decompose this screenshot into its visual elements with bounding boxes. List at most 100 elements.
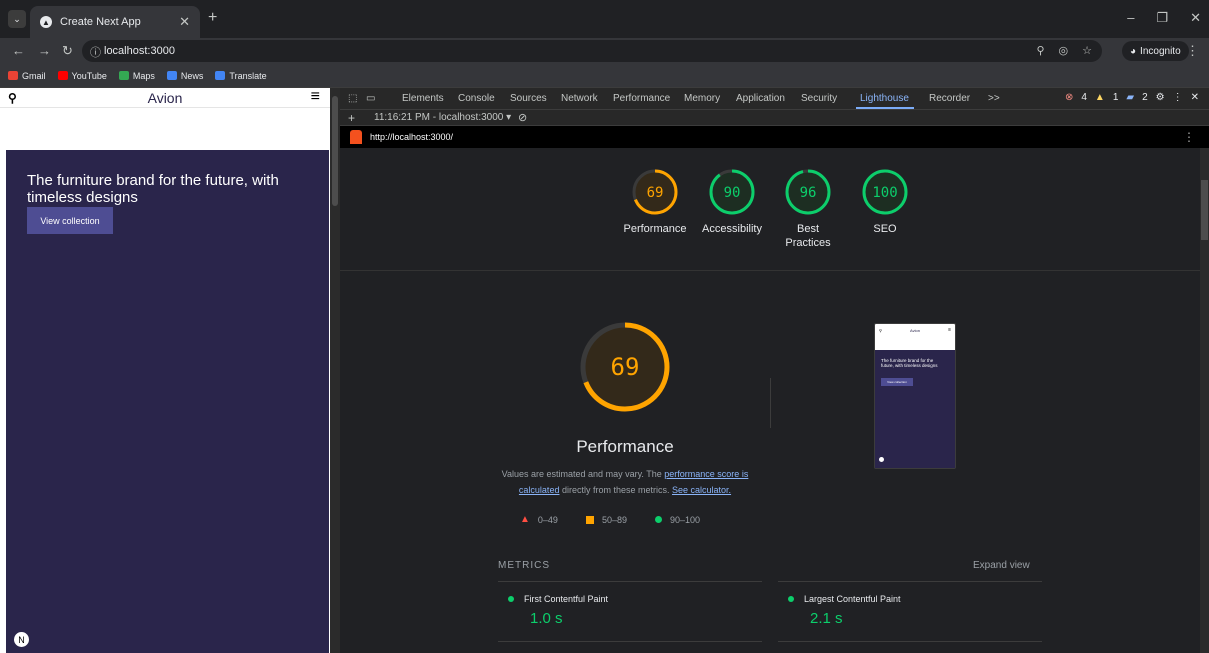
score-label: SEO xyxy=(873,223,897,235)
report-selector[interactable]: 11:16:21 PM - localhost:3000 ▾ xyxy=(374,112,511,123)
performance-title: Performance xyxy=(576,437,674,456)
tab-application[interactable]: Application xyxy=(736,93,785,104)
metric-value: 1.0 s xyxy=(530,610,563,627)
url-text[interactable]: localhost:3000 xyxy=(104,45,175,57)
youtube-icon xyxy=(57,71,68,80)
tracking-off-icon[interactable]: ◎ xyxy=(1059,44,1069,57)
next-dev-indicator-icon[interactable]: N xyxy=(14,632,29,647)
window-controls: – ❐ ✕ xyxy=(1127,10,1201,26)
site-brand[interactable]: Avion xyxy=(0,90,330,106)
report-url[interactable]: http://localhost:3000/ xyxy=(370,132,453,142)
section-divider xyxy=(340,270,1200,271)
score-legend: ▲ 0–49 50–89 90–100 xyxy=(520,514,701,525)
site-info-icon[interactable]: ⓘ xyxy=(90,44,101,60)
hamburger-menu-icon[interactable]: ≡ xyxy=(311,88,320,106)
bookmark-news[interactable]: News xyxy=(166,71,203,81)
news-icon xyxy=(166,71,177,80)
bookmarks-bar: Gmail YouTube Maps News Translate xyxy=(0,64,1209,88)
tab-console[interactable]: Console xyxy=(458,93,495,104)
view-collection-button[interactable]: View collection xyxy=(27,207,113,234)
page-scroll-thumb[interactable] xyxy=(332,96,338,206)
close-devtools-icon[interactable]: ✕ xyxy=(1191,92,1199,103)
bookmark-gmail[interactable]: Gmail xyxy=(8,71,46,81)
zoom-icon[interactable]: ⚲ xyxy=(1036,44,1044,57)
devtools-scrollbar[interactable] xyxy=(1200,148,1209,653)
metric-divider xyxy=(498,641,762,642)
tab-elements[interactable]: Elements xyxy=(402,93,444,104)
thumb-hero: The furniture brand for the future, with… xyxy=(875,350,955,468)
close-window-icon[interactable]: ✕ xyxy=(1190,10,1201,26)
site-header: Avion ⚲ ≡ xyxy=(0,88,330,108)
error-icon[interactable]: ⊗ xyxy=(1065,92,1073,103)
score-gauge-seo[interactable]: 100 SEO xyxy=(845,168,925,236)
incognito-badge[interactable]: ◕ Incognito xyxy=(1122,41,1189,61)
hero-section: The furniture brand for the future, with… xyxy=(6,150,329,653)
tab-sources[interactable]: Sources xyxy=(510,93,547,104)
device-toolbar-icon[interactable]: ▭ xyxy=(366,93,375,104)
pass-dot-icon xyxy=(788,596,794,602)
page-scrollbar[interactable] xyxy=(330,88,340,653)
back-icon[interactable]: ← xyxy=(12,43,25,58)
inspect-element-icon[interactable]: ⬚ xyxy=(348,93,357,104)
thumb-menu-icon: ≡ xyxy=(948,327,951,333)
see-calculator-link[interactable]: See calculator. xyxy=(672,485,731,495)
score-label: Best Practices xyxy=(785,223,831,249)
devtools-scroll-thumb[interactable] xyxy=(1201,180,1208,240)
metric-divider xyxy=(778,641,1042,642)
tab-network[interactable]: Network xyxy=(561,93,598,104)
browser-tab[interactable]: ▲ Create Next App ✕ xyxy=(30,6,200,38)
search-icon[interactable]: ⚲ xyxy=(8,91,17,105)
score-gauge-performance[interactable]: 69 Performance xyxy=(615,168,695,236)
devtools-status: ⊗ 4 ▲ 1 ▰ 2 ⚙ ⋮ ✕ xyxy=(1065,92,1199,103)
vertical-divider xyxy=(770,378,771,428)
omnibox-icons: ⚲ ◎ ☆ xyxy=(1036,44,1092,57)
bookmark-maps[interactable]: Maps xyxy=(118,71,155,81)
minimize-icon[interactable]: – xyxy=(1127,10,1134,26)
browser-menu-icon[interactable]: ⋮ xyxy=(1186,43,1199,59)
new-report-icon[interactable]: + xyxy=(348,111,355,125)
warning-count: 1 xyxy=(1112,92,1119,103)
reload-icon[interactable]: ↻ xyxy=(62,43,73,59)
gauge-ring-icon: 96 xyxy=(785,169,831,215)
tab-search-icon[interactable]: ⌄ xyxy=(8,10,26,28)
thumb-button: View collection xyxy=(881,378,913,386)
performance-big-gauge: 69 xyxy=(580,322,670,412)
average-square-icon xyxy=(585,515,594,524)
metric-value: 2.1 s xyxy=(810,610,843,627)
clear-report-icon[interactable]: ⊘ xyxy=(518,111,527,124)
tab-lighthouse[interactable]: Lighthouse xyxy=(860,93,909,104)
close-tab-icon[interactable]: ✕ xyxy=(179,14,190,30)
score-gauge-accessibility[interactable]: 90 Accessibility xyxy=(692,168,772,236)
score-gauge-best-practices[interactable]: 96 Best Practices xyxy=(768,168,848,250)
expand-view-button[interactable]: Expand view xyxy=(973,560,1030,571)
active-tab-indicator xyxy=(856,107,914,109)
lighthouse-logo-icon xyxy=(350,130,362,144)
bookmark-youtube[interactable]: YouTube xyxy=(57,71,107,81)
tab-security[interactable]: Security xyxy=(801,93,837,104)
web-page: Avion ⚲ ≡ The furniture brand for the fu… xyxy=(0,88,330,653)
report-menu-icon[interactable]: ⋮ xyxy=(1183,130,1195,144)
bookmark-star-icon[interactable]: ☆ xyxy=(1082,44,1092,57)
tab-recorder[interactable]: Recorder xyxy=(929,93,970,104)
more-tabs-icon[interactable]: >> xyxy=(988,93,1000,104)
address-bar[interactable]: ⓘ localhost:3000 ⚲ ◎ ☆ xyxy=(82,40,1102,62)
restore-icon[interactable]: ❐ xyxy=(1156,10,1168,26)
tab-memory[interactable]: Memory xyxy=(684,93,720,104)
score-label: Accessibility xyxy=(702,223,762,235)
issues-icon[interactable]: ▰ xyxy=(1126,92,1134,103)
tab-title: Create Next App xyxy=(60,16,141,28)
gmail-icon xyxy=(8,71,18,80)
metric-divider xyxy=(498,581,762,582)
final-screenshot[interactable]: ⚲ Avion ≡ The furniture brand for the fu… xyxy=(874,323,956,469)
tab-strip: ⌄ ▲ Create Next App ✕ + – ❐ ✕ xyxy=(0,0,1209,38)
gauge-ring-icon: 100 xyxy=(862,169,908,215)
forward-icon[interactable]: → xyxy=(38,43,51,58)
warning-icon[interactable]: ▲ xyxy=(1095,92,1105,103)
bookmark-translate[interactable]: Translate xyxy=(215,71,267,81)
new-tab-icon[interactable]: + xyxy=(208,9,217,27)
tab-performance[interactable]: Performance xyxy=(613,93,670,104)
settings-gear-icon[interactable]: ⚙ xyxy=(1156,92,1165,103)
lighthouse-url-bar: http://localhost:3000/ ⋮ xyxy=(340,126,1209,148)
translate-icon xyxy=(215,71,226,80)
devtools-menu-icon[interactable]: ⋮ xyxy=(1173,92,1183,103)
